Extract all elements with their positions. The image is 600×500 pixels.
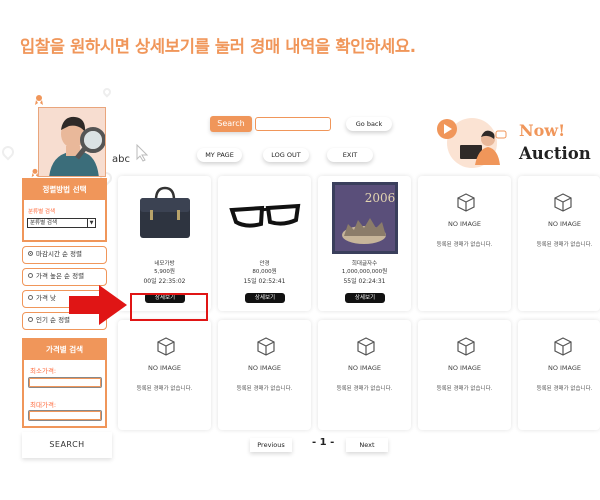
radio-icon[interactable] <box>28 316 33 322</box>
svg-text:2006: 2006 <box>365 191 396 205</box>
radio-icon[interactable] <box>28 294 33 300</box>
arrow-right-icon <box>69 285 127 325</box>
product-card: 2006 희대글자수 1,000,000,000원 55일 02:24:31 상… <box>318 176 411 311</box>
category-select-value: 분류별 검색 <box>30 220 58 226</box>
no-image-title: NO IMAGE <box>247 364 282 372</box>
page-headline: 입찰을 원하시면 상세보기를 눌러 경매 내역을 확인하세요. <box>20 37 416 56</box>
person-with-magnifier-icon <box>39 108 105 176</box>
product-name: 안경 <box>259 261 270 267</box>
detail-button-highlight <box>130 293 208 321</box>
product-time-left: 55일 02:24:31 <box>343 278 386 285</box>
box-icon <box>457 193 475 212</box>
box-icon <box>357 337 375 356</box>
glasses-image <box>228 180 302 255</box>
empty-card: NO IMAGE 등록된 경매가 없습니다. <box>418 320 511 430</box>
empty-card: NO IMAGE 등록된 경매가 없습니다. <box>518 320 600 430</box>
sort-option-label: 가격 높은 순 정렬 <box>36 272 85 280</box>
logout-button[interactable]: LOG OUT <box>263 148 309 162</box>
search-button[interactable]: Search <box>210 116 252 132</box>
no-image-title: NO IMAGE <box>447 220 482 228</box>
no-image-title: NO IMAGE <box>447 364 482 372</box>
logo-auction-text: Auction <box>519 144 591 163</box>
no-image-title: NO IMAGE <box>147 364 182 372</box>
min-price-label: 최소가격: <box>30 367 57 375</box>
no-auction-text: 등록된 경매가 없습니다. <box>236 386 293 392</box>
ribbon-icon <box>35 95 43 105</box>
exit-button[interactable]: EXIT <box>327 148 373 162</box>
product-name: 네모가방 <box>154 261 175 267</box>
sort-option-label: 마감시간 순 정렬 <box>36 250 82 258</box>
radio-icon[interactable] <box>28 272 33 278</box>
detail-button[interactable]: 상세보기 <box>345 293 385 303</box>
location-pin-icon <box>0 143 17 161</box>
product-name: 희대글자수 <box>351 261 378 267</box>
category-label: 분류별 검색 <box>28 209 56 215</box>
current-page-number: - 1 - <box>312 437 335 448</box>
product-card: 안경 80,000원 15일 02:52:41 상세보기 <box>218 176 311 311</box>
location-pin-icon <box>101 86 113 98</box>
search-input[interactable] <box>255 117 331 131</box>
price-panel: 가격별 검색 최소가격: 최대가격: <box>22 338 107 428</box>
no-image-title: NO IMAGE <box>547 364 582 372</box>
no-image-title: NO IMAGE <box>347 364 382 372</box>
user-avatar <box>38 107 106 177</box>
no-auction-text: 등록된 경매가 없습니다. <box>136 386 193 392</box>
no-auction-text: 등록된 경매가 없습니다. <box>436 242 493 248</box>
empty-card: NO IMAGE 등록된 경매가 없습니다. <box>118 320 211 430</box>
max-price-input[interactable] <box>28 410 102 421</box>
empty-card: NO IMAGE 등록된 경매가 없습니다. <box>418 176 511 311</box>
go-back-button[interactable]: Go back <box>346 117 392 131</box>
product-time-left: 15일 02:52:41 <box>243 278 286 285</box>
sort-option-deadline[interactable]: 마감시간 순 정렬 <box>22 246 107 264</box>
no-image-title: NO IMAGE <box>547 220 582 228</box>
previous-page-button[interactable]: Previous <box>250 438 292 452</box>
empty-card: NO IMAGE 등록된 경매가 없습니다. <box>318 320 411 430</box>
bag-image <box>140 186 190 238</box>
username: abc <box>112 154 130 165</box>
auction-logo-illustration <box>437 118 507 168</box>
cursor-icon <box>136 144 148 162</box>
sort-panel: 정렬방법 선택 분류별 검색 분류별 검색 ▼ <box>22 178 107 242</box>
stamp-image: 2006 <box>332 182 398 254</box>
box-icon <box>554 193 572 212</box>
detail-button[interactable]: 상세보기 <box>245 293 285 303</box>
empty-card: NO IMAGE 등록된 경매가 없습니다. <box>518 176 600 311</box>
no-auction-text: 등록된 경매가 없습니다. <box>536 386 593 392</box>
no-auction-text: 등록된 경매가 없습니다. <box>536 242 593 248</box>
empty-card: NO IMAGE 등록된 경매가 없습니다. <box>218 320 311 430</box>
product-price: 1,000,000,000원 <box>341 269 388 275</box>
chevron-down-icon[interactable]: ▼ <box>87 219 95 227</box>
max-price-label: 최대가격: <box>30 401 57 409</box>
category-select[interactable]: 분류별 검색 ▼ <box>27 218 96 228</box>
my-page-button[interactable]: MY PAGE <box>197 148 242 162</box>
product-price: 80,000원 <box>252 269 277 275</box>
price-panel-title: 가격별 검색 <box>24 340 105 360</box>
sort-option-label: 인기 순 정렬 <box>36 316 71 324</box>
sort-option-label: 가격 낮 <box>36 294 57 302</box>
box-icon <box>554 337 572 356</box>
box-icon <box>257 337 275 356</box>
product-price: 5,900원 <box>154 269 175 275</box>
logo-now-text: Now! <box>519 121 566 140</box>
product-time-left: 00일 22:35:02 <box>143 278 186 285</box>
product-card: 네모가방 5,900원 00일 22:35:02 상세보기 <box>118 176 211 311</box>
sort-panel-title: 정렬방법 선택 <box>24 180 105 200</box>
box-icon <box>457 337 475 356</box>
no-auction-text: 등록된 경매가 없습니다. <box>436 386 493 392</box>
price-search-button[interactable]: SEARCH <box>22 432 112 458</box>
box-icon <box>157 337 175 356</box>
next-page-button[interactable]: Next <box>346 438 388 452</box>
radio-icon[interactable] <box>28 250 33 256</box>
min-price-input[interactable] <box>28 377 102 388</box>
no-auction-text: 등록된 경매가 없습니다. <box>336 386 393 392</box>
